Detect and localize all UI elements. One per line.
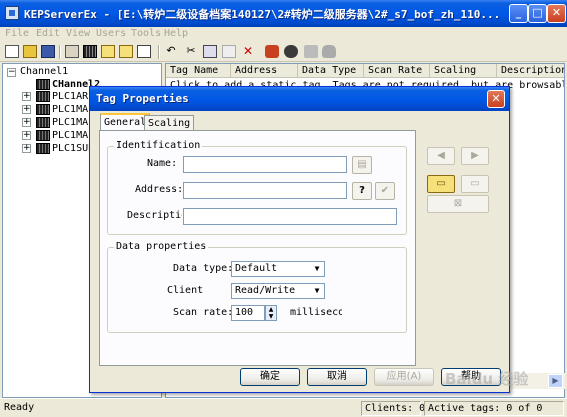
expand-icon[interactable]: + (22, 118, 31, 127)
expand-icon[interactable]: + (22, 131, 31, 140)
dialog-title[interactable]: Tag Properties (90, 87, 509, 111)
copy-icon[interactable] (203, 45, 217, 58)
tab-general[interactable]: General (100, 113, 151, 131)
title-bar[interactable]: KEPServerEx - [E:\转炉二级设备档案140127\2#转炉二级服… (0, 0, 567, 27)
status-bar: Ready Clients: 0 Active tags: 0 of 0 (0, 398, 567, 417)
runtime-icon[interactable] (304, 45, 318, 58)
device-icon (36, 91, 50, 102)
tree-item-plc1ar[interactable]: PLC1AR (52, 91, 88, 103)
previous-tag-button[interactable]: ◀ (427, 147, 455, 165)
name-input[interactable] (183, 156, 347, 173)
device-icon (36, 104, 50, 115)
toolbar-separator (59, 45, 61, 59)
data-properties-group: Data properties Data type: Default ▼ Cli… (107, 241, 407, 333)
chevron-down-icon[interactable]: ▼ (310, 262, 324, 276)
menu-users[interactable]: Users (96, 28, 126, 39)
properties-icon[interactable] (137, 45, 151, 58)
menu-bar: File Edit View Users Tools Help (0, 27, 567, 42)
active-tags-count: Active tags: 0 of 0 (424, 401, 564, 416)
undo-icon[interactable]: ↶ (164, 45, 178, 58)
folder-open-icon[interactable] (119, 45, 133, 58)
menu-view[interactable]: View (66, 28, 90, 39)
kepserverex-window: KEPServerEx - [E:\转炉二级设备档案140127\2#转炉二级服… (0, 0, 567, 417)
window-title: KEPServerEx - [E:\转炉二级设备档案140127\2#转炉二级服… (24, 8, 501, 21)
column-description[interactable]: Description (497, 64, 564, 78)
client-access-value: Read/Write (235, 285, 296, 296)
cut-icon[interactable]: ✂ (184, 45, 198, 58)
identification-group: Identification Name: ▤ Address: ? ✔ Desc… (107, 140, 407, 235)
menu-file[interactable]: File (5, 28, 29, 39)
device-icon[interactable] (83, 45, 97, 58)
identification-label: Identification (114, 140, 203, 151)
maximize-button[interactable]: □ (528, 4, 547, 23)
watermark: Baidu 经验 (445, 370, 529, 388)
chevron-down-icon[interactable]: ▼ (310, 284, 324, 298)
scan-rate-unit: millisecor (290, 307, 342, 318)
collapse-icon[interactable]: − (7, 68, 16, 77)
address-hint-button[interactable]: ? (352, 182, 372, 200)
clients-count: Clients: 0 (361, 401, 425, 416)
column-tag-name[interactable]: Tag Name (166, 64, 231, 78)
new-icon[interactable] (5, 45, 19, 58)
folder-icon[interactable] (101, 45, 115, 58)
device-icon (36, 143, 50, 154)
column-address[interactable]: Address (231, 64, 298, 78)
tab-scaling[interactable]: Scaling (144, 115, 195, 131)
column-data-type[interactable]: Data Type (298, 64, 364, 78)
menu-help[interactable]: Help (164, 28, 188, 39)
open-icon[interactable] (23, 45, 37, 58)
address-input[interactable] (183, 182, 347, 199)
browse-icon[interactable]: ▤ (352, 156, 372, 174)
tree-root-channel[interactable]: Channel1 (20, 66, 68, 78)
menu-tools[interactable]: Tools (131, 28, 161, 39)
app-icon (5, 6, 19, 20)
toolbar: ↶ ✂ ✕ (0, 42, 567, 62)
address-label: Address: (135, 184, 184, 195)
toolbar-separator (158, 45, 160, 59)
tag-properties-dialog: Tag Properties ✕ General Scaling Identif… (89, 86, 510, 393)
quick-client-icon[interactable] (284, 45, 298, 58)
description-input[interactable] (183, 208, 397, 225)
menu-edit[interactable]: Edit (36, 28, 60, 39)
new-tag-button[interactable]: ▭ (427, 175, 455, 193)
general-panel: Identification Name: ▤ Address: ? ✔ Desc… (99, 130, 416, 366)
scroll-right-icon[interactable]: ▶ (548, 374, 563, 388)
check-address-button[interactable]: ✔ (375, 182, 395, 200)
data-properties-label: Data properties (114, 241, 209, 252)
channel-icon[interactable] (65, 45, 79, 58)
dialog-close-button[interactable]: ✕ (487, 90, 505, 108)
device-icon (36, 130, 50, 141)
scan-rate-label: Scan rate: (173, 307, 234, 318)
apply-button[interactable]: 应用(A) (374, 368, 434, 386)
ok-button[interactable]: 确定 (240, 368, 300, 386)
save-icon[interactable] (41, 45, 55, 58)
client-access-select[interactable]: Read/Write ▼ (231, 283, 325, 299)
data-type-select[interactable]: Default ▼ (231, 261, 325, 277)
name-label: Name: (147, 158, 178, 169)
column-scan-rate[interactable]: Scan Rate (364, 64, 430, 78)
column-scaling[interactable]: Scaling (430, 64, 497, 78)
paste-icon[interactable] (222, 45, 236, 58)
description-label: Descriptio (127, 210, 182, 221)
status-text: Ready (4, 402, 35, 413)
close-button[interactable]: ✕ (547, 4, 566, 23)
client-label: Client (167, 285, 204, 296)
next-tag-button[interactable]: ▶ (461, 147, 489, 165)
expand-icon[interactable]: + (22, 92, 31, 101)
data-type-value: Default (235, 263, 278, 274)
opc-icon[interactable] (265, 45, 279, 58)
expand-icon[interactable]: + (22, 105, 31, 114)
duplicate-tag-button[interactable]: ▭ (461, 175, 489, 193)
delete-icon[interactable]: ✕ (241, 45, 255, 58)
scan-rate-input[interactable]: 100 (231, 305, 265, 321)
device-icon (36, 79, 50, 90)
minimize-button[interactable]: _ (509, 4, 528, 23)
database-icon[interactable] (322, 45, 336, 58)
delete-tag-button[interactable]: ⊠ (427, 195, 489, 213)
cancel-button[interactable]: 取消 (307, 368, 367, 386)
expand-icon[interactable]: + (22, 144, 31, 153)
data-type-label: Data type: (173, 263, 234, 274)
scan-rate-spinner[interactable]: ▲ ▼ (265, 305, 277, 321)
device-icon (36, 117, 50, 128)
